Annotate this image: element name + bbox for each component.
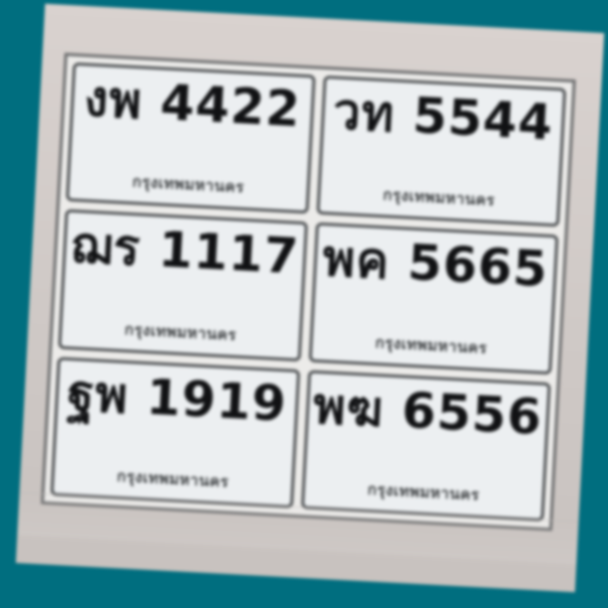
license-plate: พค 5665 กรุงเทพมหานคร	[308, 222, 559, 375]
license-plate-board: งพ 4422 กรุงเทพมหานคร วท 5544 กรุงเทพมหา…	[40, 52, 576, 531]
license-plate: งพ 4422 กรุงเทพมหานคร	[65, 62, 316, 215]
plate-registration: ฌร 1117	[69, 216, 301, 286]
plate-province: กรุงเทพมหานคร	[374, 333, 488, 357]
plate-province: กรุงเทพมหานคร	[131, 172, 245, 197]
plate-registration: งพ 4422	[82, 69, 303, 139]
plate-registration: ฐพ 1919	[65, 364, 289, 433]
plate-province: กรุงเทพมหานคร	[367, 480, 480, 505]
license-plate: พฆ 6556 กรุงเทพมหานคร	[300, 369, 551, 522]
plate-registration: วท 5544	[331, 82, 555, 152]
plate-registration: พค 5665	[321, 229, 550, 299]
plate-province: กรุงเทพมหานคร	[116, 467, 230, 491]
plate-registration: พฆ 6556	[311, 377, 544, 446]
license-plate: ฐพ 1919 กรุงเทพมหานคร	[50, 356, 301, 509]
plate-province: กรุงเทพมหานคร	[124, 320, 237, 344]
plate-province: กรุงเทพมหานคร	[382, 186, 496, 210]
license-plate: วท 5544 กรุงเทพมหานคร	[316, 75, 567, 228]
photo: งพ 4422 กรุงเทพมหานคร วท 5544 กรุงเทพมหา…	[15, 3, 605, 593]
license-plate: ฌร 1117 กรุงเทพมหานคร	[58, 209, 308, 362]
